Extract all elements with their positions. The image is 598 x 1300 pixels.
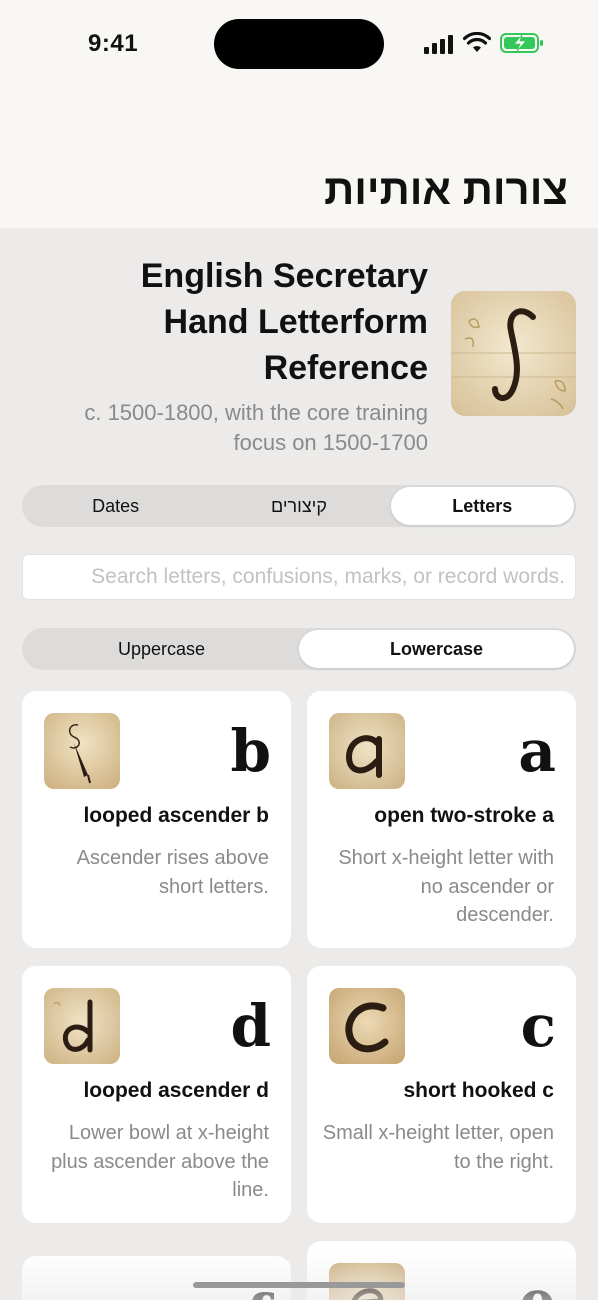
status-bar: 9:41 [0,0,598,90]
case-toggle: Uppercase Lowercase [22,628,576,670]
wifi-icon [463,32,491,52]
letter-card-e[interactable]: e [307,1241,576,1300]
letter-name: open two-stroke a [374,804,554,827]
toggle-lowercase[interactable]: Lowercase [299,630,574,668]
letter-glyph: e [519,1269,556,1300]
letter-card-f[interactable]: f [22,1256,291,1300]
search-input[interactable] [23,555,575,599]
section-tabs: Dates קיצורים Letters [22,485,576,527]
letter-card-a[interactable]: a open two-stroke a Short x-height lette… [307,691,576,948]
tab-letters[interactable]: Letters [390,487,574,525]
letter-name: looped ascender b [83,804,269,827]
letter-a-icon [329,713,405,789]
letter-description: Lower bowl at x-height plus ascender abo… [51,1122,269,1201]
home-indicator[interactable] [193,1282,405,1288]
letter-c-icon [329,988,405,1064]
long-s-icon [451,291,576,416]
letter-glyph: d [230,992,271,1060]
letter-glyph: c [520,992,556,1060]
page-title: צורות אותיות [324,166,568,213]
battery-charging-icon [500,33,543,53]
search-field [22,554,576,600]
letter-card-b[interactable]: b looped ascender b Ascender rises above… [22,691,291,948]
toggle-uppercase[interactable]: Uppercase [24,630,299,668]
status-time: 9:41 [88,30,139,57]
reference-title: English Secretary Hand Letterform Refere… [140,257,428,387]
letter-card-d[interactable]: d looped ascender d Lower bowl at x-heig… [22,966,291,1223]
letter-description: Ascender rises above short letters. [76,847,269,898]
dynamic-island [214,19,384,69]
reference-subtitle: c. 1500-1800, with the core training foc… [84,400,428,455]
letter-description: Small x-height letter, open to the right… [322,1122,554,1173]
letter-d-icon [44,988,120,1064]
letter-name: looped ascender d [83,1079,269,1102]
letter-glyph: a [518,717,556,785]
letter-description: Short x-height letter with no ascender o… [338,847,554,926]
letter-glyph: b [230,717,271,785]
quill-icon [44,713,120,789]
letter-name: short hooked c [403,1079,554,1102]
cellular-signal-icon [424,35,453,54]
tab-abbreviations[interactable]: קיצורים [207,487,390,525]
tab-dates[interactable]: Dates [24,487,207,525]
letter-card-c[interactable]: c short hooked c Small x-height letter, … [307,966,576,1223]
